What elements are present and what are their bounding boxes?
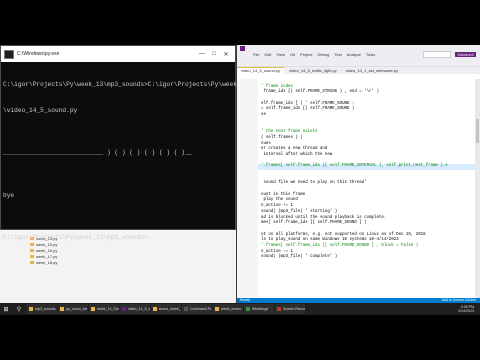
menu-view[interactable]: View [276,52,285,57]
taskbar-label: mp3_sounds [35,307,56,311]
folder-icon [30,261,34,265]
folder-icon [153,307,157,311]
status-ready: Ready [240,298,251,302]
console-line: \video_14_5_sound.py [3,106,78,114]
folder-icon [29,307,33,311]
windows-start-icon[interactable]: ⊞ [0,303,12,315]
taskbar-label: video_14_5_s [127,307,150,311]
minimize-icon[interactable]: — [196,51,208,57]
menu-project[interactable]: Project [300,52,312,57]
taskbar-label: Screen Recor [283,307,305,311]
taskbar-item[interactable]: week_13_Ow [89,304,119,314]
taskbar-item[interactable]: week_enviro [213,304,243,314]
menu-debug[interactable]: Debug [318,52,330,57]
editor-tab[interactable]: video_14_1_set_sinewave.py [342,68,402,74]
menu-edit[interactable]: Edit [264,52,271,57]
recorder-icon [277,307,281,311]
taskbar: ⊞ ⚲ mp3_sounds py_count_ide week_13_Ow v… [0,303,480,315]
desktop: week_14.py week_15.py week_16.py week_17… [0,45,480,315]
taskbar-item[interactable]: Command Pr. [182,304,212,314]
taskbar-item[interactable]: mp3_sounds [27,304,57,314]
code-editor[interactable]: ' frame index frame_idx [( self.FRAME_ST… [258,79,480,299]
console-line: C:\igor\Projects\Py\week_13\mp3_sounds> [3,234,148,241]
editor-tabs: video_14_5_sound.py video_14_5_traffic_l… [237,67,480,74]
folder-icon [91,307,95,311]
console-line: C:\igor\Projects\Py\week_13\mp3_sounds>C… [3,81,249,88]
vs-menu-bar: File Edit View Git Project Debug Test An… [237,51,480,58]
code-line[interactable]: '.frames[ self.frame_idx )[ self.FRAME_I… [258,164,480,170]
visual-studio-icon [122,307,126,311]
console-line: ___________________________ ) ( ) ( ) ( … [3,149,193,156]
folder-icon [60,307,64,311]
terminal-icon [184,307,188,311]
folder-icon [215,307,219,311]
taskbar-item[interactable]: snooz_week_1 [151,304,181,314]
taskbar-label: py_count_ide [66,307,88,311]
menu-test[interactable]: Test [334,52,341,57]
editor-tab[interactable]: video_14_5_traffic_light.py [285,68,341,74]
maximize-icon[interactable]: □ [208,51,220,57]
line-number-gutter [237,79,259,299]
console-window[interactable]: C:\Windows\py.exe — □ ✕ C:\igor\Projects… [0,45,248,241]
winmerge-icon [246,307,250,311]
taskbar-item[interactable]: py_count_ide [58,304,88,314]
console-titlebar[interactable]: C:\Windows\py.exe — □ ✕ [1,46,235,62]
search-icon[interactable]: ⚲ [12,303,26,315]
taskbar-label: WinMerge [252,307,269,311]
taskbar-item[interactable]: video_14_5_s [120,304,150,314]
vertical-scrollbar[interactable] [475,79,480,299]
close-icon[interactable]: ✕ [220,51,232,58]
console-line: bye [3,191,15,199]
terminal-icon [4,49,14,59]
vs-toolbar [237,58,480,67]
menu-git[interactable]: Git [290,52,295,57]
letterbox-top [0,0,480,45]
menu-tools[interactable]: Tools [366,52,375,57]
taskbar-label: week_13_Ow [97,307,119,311]
taskbar-item[interactable]: WinMerge [244,304,274,314]
visual-studio-logo-icon [240,45,245,51]
tab-active[interactable]: video_14_5_sound.py [237,67,285,74]
console-title: C:\Windows\py.exe [17,51,60,57]
code-line[interactable]: sound( (mp3_file) ' complete' ) [258,255,480,261]
menu-file[interactable]: File [253,52,259,57]
console-output[interactable]: C:\igor\Projects\Py\week_13\mp3_sounds>C… [1,62,249,262]
taskbar-label: Command Pr. [190,307,212,311]
solution-badge: Solution1 [455,52,476,57]
clock-date: 4/14/2023 [458,309,474,313]
scrollbar-thumb[interactable] [476,119,479,143]
menu-analyze[interactable]: Analyze [347,52,361,57]
clock[interactable]: 4:38 PM 4/14/2023 [458,305,480,314]
taskbar-item[interactable]: Screen Recor [275,304,305,314]
taskbar-label: week_enviro [221,307,242,311]
search-input[interactable] [423,51,452,58]
letterbox-bottom [0,315,480,360]
visual-studio-window[interactable]: File Edit View Git Project Debug Test An… [237,45,480,303]
taskbar-label: snooz_week_1 [158,307,181,311]
